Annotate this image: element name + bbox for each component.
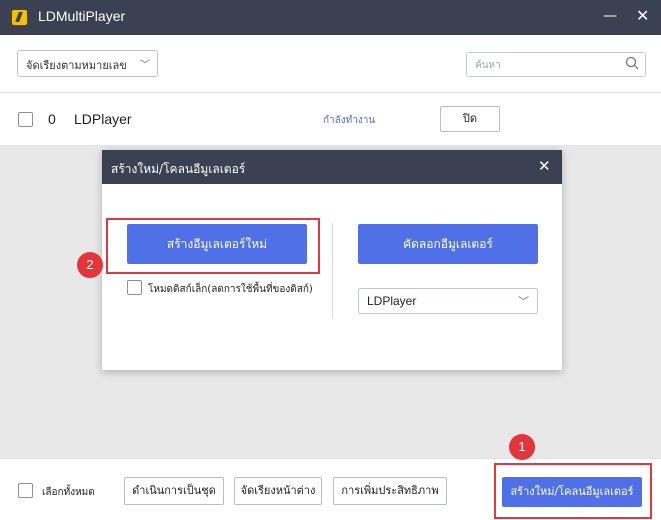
create-clone-dialog: สร้างใหม่/โคลนอีมูเลเตอร์ ✕ สร้างอีมูเลเ… xyxy=(77,150,562,370)
instance-index: 0 xyxy=(48,111,56,127)
step-2-badge: 2 xyxy=(77,252,103,278)
title-bar: LDMultiPlayer — ✕ xyxy=(0,0,661,35)
source-emulator-select[interactable]: LDPlayer ﹀ xyxy=(358,288,538,314)
small-disk-mode-label: โหมดดิสก์เล็ก(ลดการใช้พื้นที่ของดิสก์) xyxy=(148,284,313,295)
dialog-header: สร้างใหม่/โคลนอีมูเลเตอร์ ✕ xyxy=(102,150,562,184)
chevron-down-icon: ﹀ xyxy=(140,60,150,71)
batch-operation-button[interactable]: ดำเนินการเป็นชุด xyxy=(124,477,224,505)
optimize-button[interactable]: การเพิ่มประสิทธิภาพ xyxy=(333,477,447,505)
instance-name: LDPlayer xyxy=(74,111,132,127)
search-icon[interactable] xyxy=(625,56,639,70)
ldplayer-logo-icon xyxy=(12,10,27,25)
sort-dropdown-label: จัดเรียงตามหมายเลข xyxy=(26,59,127,72)
app-title: LDMultiPlayer xyxy=(38,8,126,24)
instance-checkbox[interactable] xyxy=(18,112,33,127)
source-emulator-value: LDPlayer xyxy=(367,294,417,308)
chevron-down-icon: ﹀ xyxy=(518,296,529,308)
select-all-checkbox[interactable] xyxy=(18,483,33,498)
instance-row: 0 LDPlayer กำลังทำงาน ปิด xyxy=(0,93,661,145)
select-all-label: เลือกทั้งหมด xyxy=(42,487,95,498)
step-1-highlight xyxy=(494,463,652,519)
sort-dropdown[interactable]: จัดเรียงตามหมายเลข ﹀ xyxy=(17,50,158,77)
stop-instance-button[interactable]: ปิด xyxy=(440,106,500,132)
step-1-badge: 1 xyxy=(509,434,535,460)
window-close-icon[interactable]: ✕ xyxy=(636,6,649,25)
instance-status: กำลังทำงาน xyxy=(323,115,376,126)
footer-bar: เลือกทั้งหมด ดำเนินการเป็นชุด จัดเรียงหน… xyxy=(0,434,661,520)
step-2-highlight xyxy=(106,218,320,274)
dialog-title: สร้างใหม่/โคลนอีมูเลเตอร์ xyxy=(111,162,246,176)
minimize-icon[interactable]: — xyxy=(603,8,617,24)
arrange-windows-button[interactable]: จัดเรียงหน้าต่าง xyxy=(234,477,322,505)
dialog-close-icon[interactable]: ✕ xyxy=(538,157,551,175)
copy-emulator-button[interactable]: คัดลอกอีมูเลเตอร์ xyxy=(358,224,538,264)
small-disk-mode-checkbox[interactable] xyxy=(127,280,142,295)
search-input[interactable]: ค้นหา xyxy=(466,52,646,77)
toolbar: จัดเรียงตามหมายเลข ﹀ ค้นหา xyxy=(0,35,661,93)
dialog-divider xyxy=(332,223,333,319)
search-placeholder: ค้นหา xyxy=(475,60,501,71)
